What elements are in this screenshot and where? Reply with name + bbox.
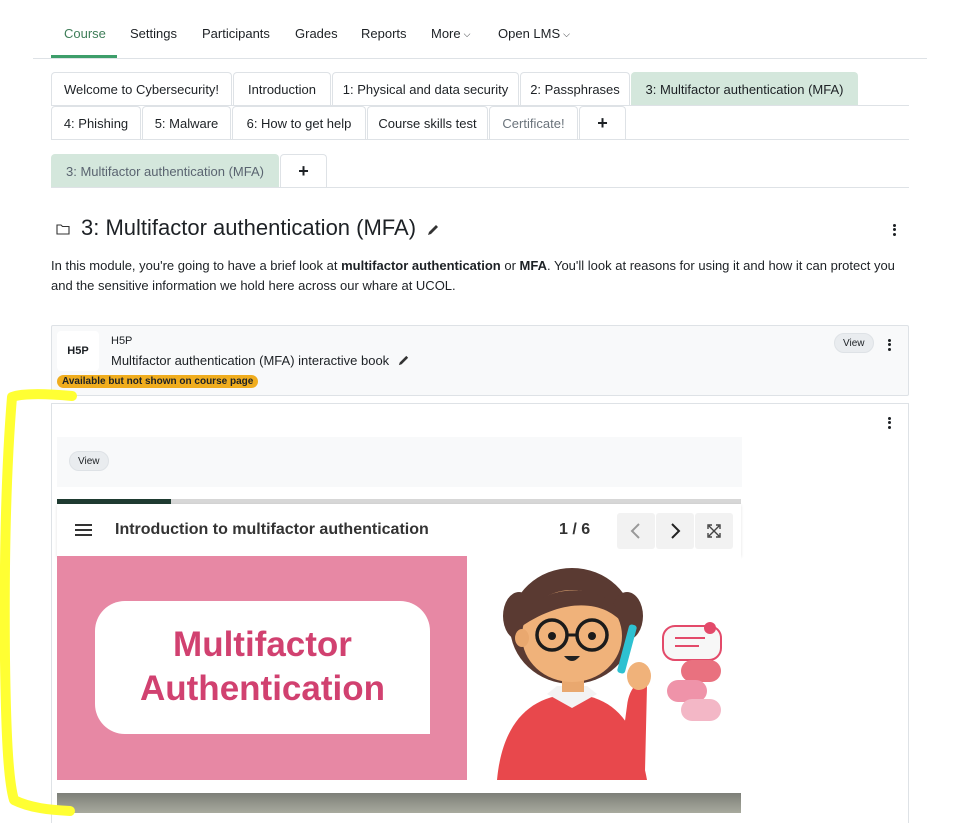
subtab-mfa[interactable]: 3: Multifactor authentication (MFA)	[51, 154, 279, 188]
tab-how-to-get-help[interactable]: 6: How to get help	[232, 106, 366, 140]
summary-bold-mfa-term: multifactor authentication	[341, 258, 501, 273]
section-title-text: 3: Multifactor authentication (MFA)	[81, 215, 417, 240]
fullscreen-icon	[707, 524, 721, 538]
chevron-right-icon	[671, 523, 681, 539]
view-button[interactable]: View	[834, 333, 874, 353]
summary-text: In this module, you're going to have a b…	[51, 258, 342, 273]
tab-passphrases[interactable]: 2: Passphrases	[520, 72, 630, 106]
activity-card: H5P H5P Multifactor authentication (MFA)…	[51, 325, 909, 396]
next-slide-photo-preview	[57, 793, 741, 813]
page-indicator: 1 / 6	[559, 521, 591, 538]
availability-badge: Available but not shown on course page	[57, 375, 259, 388]
tab-divider	[51, 139, 909, 140]
book-title: Introduction to multifactor authenticati…	[115, 521, 429, 538]
nav-divider	[33, 58, 927, 59]
nav-settings[interactable]: Settings	[130, 26, 177, 41]
tab-introduction[interactable]: Introduction	[233, 72, 331, 106]
embed-menu-icon[interactable]	[886, 415, 892, 431]
fullscreen-button[interactable]	[695, 513, 733, 549]
edit-pencil-icon[interactable]	[426, 223, 440, 237]
embedded-activity-card: View Introduction to multifactor authent…	[51, 403, 909, 823]
activity-menu-icon[interactable]	[886, 337, 892, 353]
activity-name: Multifactor authentication (MFA) interac…	[111, 353, 390, 368]
yellow-highlight-mark	[0, 389, 77, 816]
tab-mfa[interactable]: 3: Multifactor authentication (MFA)	[631, 72, 858, 106]
next-page-button[interactable]	[656, 513, 694, 549]
previous-page-button[interactable]	[617, 513, 655, 549]
edit-pencil-icon[interactable]	[397, 354, 410, 367]
activity-type-label: H5P	[111, 335, 133, 347]
activity-name-link[interactable]: Multifactor authentication (MFA) interac…	[111, 352, 410, 368]
tab-course-skills-test[interactable]: Course skills test	[367, 106, 488, 140]
nav-more-label: More	[431, 26, 461, 41]
nav-reports[interactable]: Reports	[361, 26, 407, 41]
girl-on-phone-illustration	[497, 568, 722, 780]
add-tab-button[interactable]: +	[579, 106, 626, 140]
slide-title: Multifactor Authentication	[95, 623, 430, 711]
tab-certificate[interactable]: Certificate!	[489, 106, 578, 140]
section-menu-icon[interactable]	[891, 222, 897, 238]
book-header: Introduction to multifactor authenticati…	[57, 504, 741, 556]
subtab-divider	[51, 187, 909, 188]
summary-bold-mfa-abbrev: MFA	[519, 258, 547, 273]
add-subtab-button[interactable]: +	[280, 154, 327, 188]
nav-participants[interactable]: Participants	[202, 26, 270, 41]
tab-malware[interactable]: 5: Malware	[142, 106, 231, 140]
nav-open-lms-label: Open LMS	[498, 26, 561, 41]
slide-title-line2: Authentication	[140, 669, 385, 708]
section-summary: In this module, you're going to have a b…	[51, 256, 911, 296]
nav-open-lms[interactable]: Open LMS ⌵	[498, 26, 570, 41]
nav-grades[interactable]: Grades	[295, 26, 338, 41]
nav-more[interactable]: More ⌵	[431, 26, 470, 41]
chevron-left-icon	[630, 523, 640, 539]
slide-title-panel: Multifactor Authentication	[57, 556, 467, 780]
slide-title-card: Multifactor Authentication	[95, 601, 430, 734]
embed-view-bar: View	[57, 437, 742, 487]
slide-illustration	[467, 556, 741, 780]
tab-physical-data-security[interactable]: 1: Physical and data security	[332, 72, 519, 106]
slide-title-line1: Multifactor	[173, 625, 352, 664]
chevron-down-icon: ⌵	[563, 29, 570, 39]
book-slide: Multifactor Authentication	[57, 556, 741, 780]
chevron-down-icon: ⌵	[463, 29, 471, 39]
section-title: 3: Multifactor authentication (MFA)	[81, 215, 440, 241]
summary-text: or	[500, 258, 520, 273]
